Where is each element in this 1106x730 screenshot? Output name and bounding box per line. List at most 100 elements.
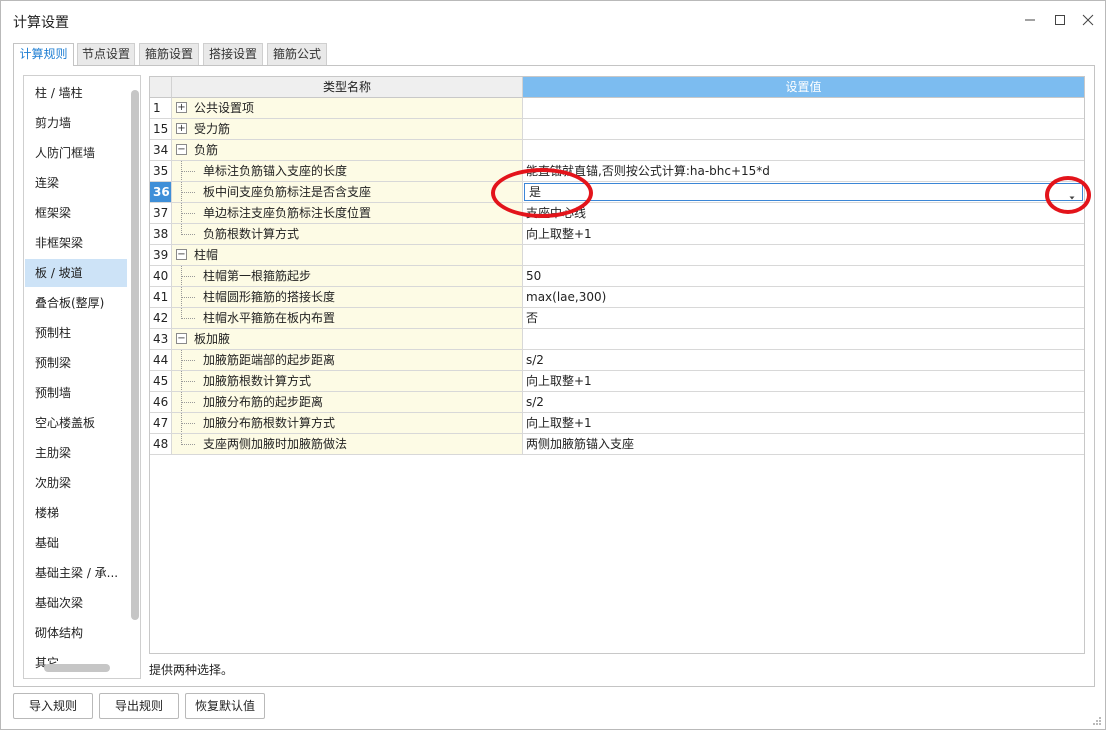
sidebar-item[interactable]: 预制墙 [25, 379, 127, 407]
table-row[interactable]: 34 − 负筋 [150, 140, 1084, 161]
table-row[interactable]: 42 柱帽水平箍筋在板内布置 否 [150, 308, 1084, 329]
value-cell[interactable]: 能直锚就直锚,否则按公式计算:ha-bhc+15*d [523, 161, 1084, 182]
row-number: 37 [150, 203, 172, 224]
tab-lap-settings[interactable]: 搭接设置 [203, 43, 263, 65]
tree-connector [181, 381, 195, 382]
window-title: 计算设置 [13, 15, 69, 31]
tab-calc-rules[interactable]: 计算规则 [13, 43, 74, 66]
row-number: 38 [150, 224, 172, 245]
setting-name: 柱帽圆形箍筋的搭接长度 [203, 290, 336, 304]
value-cell[interactable]: 支座中心线 [523, 203, 1084, 224]
table-row[interactable]: 44 加腋筋距端部的起步距离 s/2 [150, 350, 1084, 371]
minimize-button[interactable] [1017, 7, 1043, 33]
value-cell[interactable]: 否 [523, 308, 1084, 329]
column-header-value[interactable]: 设置值 [523, 77, 1084, 98]
value-cell[interactable]: s/2 [523, 350, 1084, 371]
tree-connector [181, 276, 195, 277]
export-rules-button[interactable]: 导出规则 [99, 693, 179, 719]
table-row[interactable]: 1 + 公共设置项 [150, 98, 1084, 119]
sidebar-item[interactable]: 预制柱 [25, 319, 127, 347]
sidebar-item[interactable]: 次肋梁 [25, 469, 127, 497]
minus-box-icon[interactable]: − [176, 144, 187, 155]
maximize-icon [1055, 15, 1065, 25]
sidebar-item[interactable]: 连梁 [25, 169, 127, 197]
group-name: 公共设置项 [194, 101, 255, 115]
name-cell: 单标注负筋锚入支座的长度 [172, 161, 523, 182]
sidebar-horizontal-scrollbar[interactable] [44, 664, 110, 672]
table-row[interactable]: 43 − 板加腋 [150, 329, 1084, 350]
maximize-button[interactable] [1047, 7, 1073, 33]
sidebar-item[interactable]: 其它 [25, 649, 127, 677]
table-row[interactable]: 45 加腋筋根数计算方式 向上取整+1 [150, 371, 1084, 392]
row-number: 40 [150, 266, 172, 287]
setting-name: 单边标注支座负筋标注长度位置 [203, 206, 372, 220]
table-row[interactable]: 41 柱帽圆形箍筋的搭接长度 max(lae,300) [150, 287, 1084, 308]
title-bar: 计算设置 [1, 1, 1105, 39]
sidebar-item[interactable]: 空心楼盖板 [25, 409, 127, 437]
table-row[interactable]: 15 + 受力筋 [150, 119, 1084, 140]
tab-node-settings[interactable]: 节点设置 [77, 43, 135, 65]
dropdown-selected-value: 是 [529, 185, 542, 199]
table-row[interactable]: 48 支座两侧加腋时加腋筋做法 两侧加腋筋锚入支座 [150, 434, 1084, 455]
sidebar-item[interactable]: 基础 [25, 529, 127, 557]
sidebar-item[interactable]: 主肋梁 [25, 439, 127, 467]
tab-stirrup-settings[interactable]: 箍筋设置 [139, 43, 199, 65]
name-cell: 加腋分布筋的起步距离 [172, 392, 523, 413]
plus-box-icon[interactable]: + [176, 102, 187, 113]
table-row-selected[interactable]: 36 板中间支座负筋标注是否含支座 是 [150, 182, 1084, 203]
tab-stirrup-formula[interactable]: 箍筋公式 [267, 43, 327, 65]
value-cell[interactable]: s/2 [523, 392, 1084, 413]
row-number: 35 [150, 161, 172, 182]
row-number: 47 [150, 413, 172, 434]
sidebar-item[interactable]: 剪力墙 [25, 109, 127, 137]
setting-name: 柱帽第一根箍筋起步 [203, 269, 312, 283]
sidebar-item[interactable]: 楼梯 [25, 499, 127, 527]
resize-grip-icon[interactable] [1092, 716, 1102, 726]
plus-box-icon[interactable]: + [176, 123, 187, 134]
table-row[interactable]: 38 负筋根数计算方式 向上取整+1 [150, 224, 1084, 245]
sidebar-item[interactable]: 非框架梁 [25, 229, 127, 257]
sidebar-item[interactable]: 基础主梁 / 承... [25, 559, 127, 587]
table-row[interactable]: 39 − 柱帽 [150, 245, 1084, 266]
sidebar-item[interactable]: 预制梁 [25, 349, 127, 377]
value-cell[interactable]: 向上取整+1 [523, 371, 1084, 392]
name-cell: − 板加腋 [172, 329, 523, 350]
row-number: 42 [150, 308, 172, 329]
value-cell[interactable]: 50 [523, 266, 1084, 287]
sidebar-item[interactable]: 基础次梁 [25, 589, 127, 617]
sidebar-item[interactable]: 人防门框墙 [25, 139, 127, 167]
tree-connector [181, 360, 195, 361]
sidebar-item-selected[interactable]: 板 / 坡道 [25, 259, 127, 287]
table-row[interactable]: 35 单标注负筋锚入支座的长度 能直锚就直锚,否则按公式计算:ha-bhc+15… [150, 161, 1084, 182]
name-cell: 柱帽水平箍筋在板内布置 [172, 308, 523, 329]
close-button[interactable] [1075, 7, 1101, 33]
minus-box-icon[interactable]: − [176, 333, 187, 344]
name-cell: − 负筋 [172, 140, 523, 161]
name-cell: 支座两侧加腋时加腋筋做法 [172, 434, 523, 455]
sidebar-item[interactable]: 柱 / 墙柱 [25, 79, 127, 107]
sidebar-item[interactable]: 叠合板(整厚) [25, 289, 127, 317]
sidebar-item[interactable]: 砌体结构 [25, 619, 127, 647]
dropdown-arrow-icon[interactable] [1068, 189, 1076, 202]
name-cell: 加腋分布筋根数计算方式 [172, 413, 523, 434]
value-cell[interactable]: 向上取整+1 [523, 224, 1084, 245]
value-dropdown[interactable]: 是 [524, 183, 1083, 201]
minus-box-icon[interactable]: − [176, 249, 187, 260]
column-header-name[interactable]: 类型名称 [172, 77, 523, 98]
component-list[interactable]: 柱 / 墙柱 剪力墙 人防门框墙 连梁 框架梁 非框架梁 板 / 坡道 叠合板(… [23, 75, 141, 679]
value-cell[interactable]: 两侧加腋筋锚入支座 [523, 434, 1084, 455]
sidebar-item[interactable]: 框架梁 [25, 199, 127, 227]
table-row[interactable]: 47 加腋分布筋根数计算方式 向上取整+1 [150, 413, 1084, 434]
import-rules-button[interactable]: 导入规则 [13, 693, 93, 719]
sidebar-vertical-scrollbar[interactable] [131, 90, 139, 620]
value-cell[interactable]: 向上取整+1 [523, 413, 1084, 434]
tree-connector [181, 297, 195, 298]
row-number: 1 [150, 98, 172, 119]
row-number-header [150, 77, 172, 98]
table-row[interactable]: 46 加腋分布筋的起步距离 s/2 [150, 392, 1084, 413]
table-row[interactable]: 40 柱帽第一根箍筋起步 50 [150, 266, 1084, 287]
table-row[interactable]: 37 单边标注支座负筋标注长度位置 支座中心线 [150, 203, 1084, 224]
restore-defaults-button[interactable]: 恢复默认值 [185, 693, 265, 719]
setting-name: 负筋根数计算方式 [203, 227, 300, 241]
value-cell[interactable]: max(lae,300) [523, 287, 1084, 308]
